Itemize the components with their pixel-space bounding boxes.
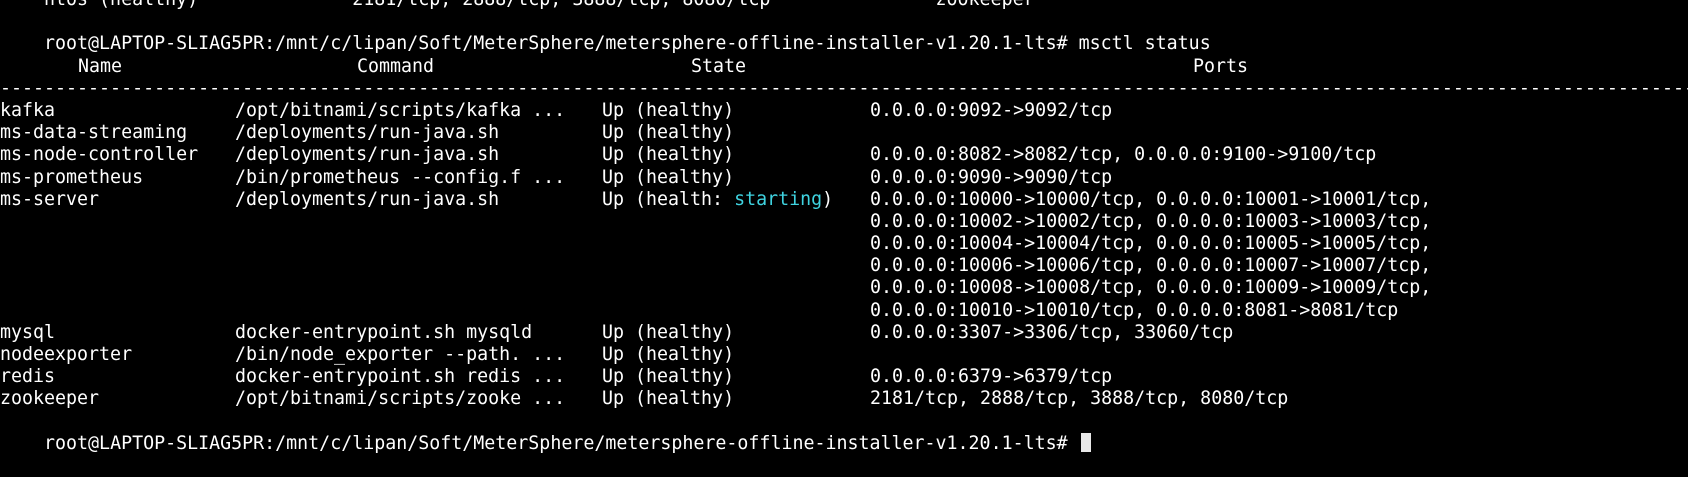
row-state: Up (healthy) <box>602 344 734 366</box>
row-ports: 0.0.0.0:10008->10008/tcp, 0.0.0.0:10009-… <box>870 277 1432 299</box>
row-ports: 0.0.0.0:9090->9090/tcp <box>870 166 1113 188</box>
separator-line: ----------------------------------------… <box>0 78 1688 100</box>
table-row: redis docker-entrypoint.sh redis ... Up (h… <box>0 366 1688 388</box>
state-text: Up (healthy) <box>602 144 735 166</box>
state-highlight: starting <box>734 188 823 210</box>
row-ports: 0.0.0.0:10006->10006/tcp, 0.0.0.0:10007-… <box>870 255 1432 277</box>
state-text: Up (healthy) <box>602 99 735 121</box>
row-ports: 2181/tcp, 2888/tcp, 3888/tcp, 8080/tcp <box>870 388 1289 410</box>
row-state: Up (healthy) <box>602 322 734 344</box>
table-row: 0.0.0.0:10006->10006/tcp, 0.0.0.0:10007-… <box>0 255 1688 277</box>
text-cursor[interactable] <box>1080 432 1091 452</box>
row-command: docker-entrypoint.sh redis ... <box>235 366 566 388</box>
previous-output-text: ntos (healthy) 2181/tcp, 2888/tcp, 3888/… <box>0 0 1035 11</box>
table-header: Name Command State Ports <box>0 56 1688 78</box>
state-text: Up (healthy) <box>602 388 735 410</box>
table-row: 0.0.0.0:10002->10002/tcp, 0.0.0.0:10003-… <box>0 211 1688 233</box>
row-ports: 0.0.0.0:10010->10010/tcp, 0.0.0.0:8081->… <box>870 299 1399 321</box>
row-name: nodeexporter <box>0 344 133 365</box>
state-text: Up (healthy) <box>602 122 735 144</box>
row-name: redis <box>0 366 56 388</box>
row-state: Up (health: starting) <box>602 189 833 211</box>
row-state: Up (healthy) <box>602 144 734 166</box>
state-text: Up (healthy) <box>602 166 735 188</box>
state-text: Up (healthy) <box>602 366 735 388</box>
row-name: mysql <box>0 321 56 343</box>
row-state: Up (healthy) <box>602 366 734 388</box>
dash-separator: ----------------------------------------… <box>0 77 1688 99</box>
row-state: Up (healthy) <box>602 122 734 144</box>
row-ports: 0.0.0.0:8082->8082/tcp, 0.0.0.0:9100->91… <box>870 144 1377 166</box>
row-ports: 0.0.0.0:10002->10002/tcp, 0.0.0.0:10003-… <box>870 210 1432 232</box>
row-ports: 0.0.0.0:6379->6379/tcp <box>870 366 1113 388</box>
prompt-line: root@LAPTOP-SLIAG5PR:/mnt/c/lipan/Soft/M… <box>0 11 1688 54</box>
row-ports: 0.0.0.0:10000->10000/tcp, 0.0.0.0:10001-… <box>870 188 1432 210</box>
table-row: kafka/opt/bitnami/scripts/kafka ... Up (h… <box>0 100 1688 122</box>
header-ports: Ports <box>1193 55 1249 77</box>
table-row: zookeeper/opt/bitnami/scripts/zooke ... U… <box>0 388 1688 410</box>
header-state: State <box>691 55 747 77</box>
previous-output-line: ntos (healthy) 2181/tcp, 2888/tcp, 3888/… <box>0 0 1688 11</box>
container-table-body: kafka/opt/bitnami/scripts/kafka ... Up (h… <box>0 100 1688 411</box>
row-command: /deployments/run-java.sh <box>235 122 500 144</box>
row-command: /bin/node_exporter --path. ... <box>235 344 566 365</box>
row-state: Up (healthy) <box>602 100 734 122</box>
table-row: 0.0.0.0:10010->10010/tcp, 0.0.0.0:8081->… <box>0 300 1688 322</box>
row-command: /bin/prometheus --config.f ... <box>235 166 566 188</box>
table-row: ms-server/deployments/run-java.sh Up (hea… <box>0 189 1688 211</box>
table-row: mysql docker-entrypoint.sh mysqld Up (heal… <box>0 322 1688 344</box>
row-state: Up (healthy) <box>602 388 734 410</box>
row-ports: 0.0.0.0:3307->3306/tcp, 33060/tcp <box>870 321 1234 343</box>
row-ports: 0.0.0.0:10004->10004/tcp, 0.0.0.0:10005-… <box>870 233 1432 255</box>
row-command: /opt/bitnami/scripts/zooke ... <box>235 388 566 410</box>
current-shell-prompt: root@LAPTOP-SLIAG5PR:/mnt/c/lipan/Soft/M… <box>44 432 1079 454</box>
state-text: Up (health: <box>602 188 735 210</box>
table-row: 0.0.0.0:10004->10004/tcp, 0.0.0.0:10005-… <box>0 233 1688 255</box>
terminal-window[interactable]: ntos (healthy) 2181/tcp, 2888/tcp, 3888/… <box>0 0 1688 454</box>
row-command: docker-entrypoint.sh mysqld <box>235 321 533 343</box>
table-row: nodeexporter/bin/node_exporter --path. .… <box>0 344 1688 366</box>
state-tail: ) <box>822 188 834 210</box>
state-text: Up (healthy) <box>602 344 735 365</box>
state-text: Up (healthy) <box>602 321 735 343</box>
row-name: kafka <box>0 99 56 121</box>
header-name: Name <box>78 55 123 77</box>
header-command: Command <box>357 55 435 77</box>
row-command: /opt/bitnami/scripts/kafka ... <box>235 99 566 121</box>
table-row: ms-prometheus/bin/prometheus --config.f … <box>0 167 1688 189</box>
row-state: Up (healthy) <box>602 167 734 189</box>
row-name: ms-prometheus <box>0 166 144 188</box>
row-name: ms-server <box>0 188 100 210</box>
row-command: /deployments/run-java.sh <box>235 188 500 210</box>
row-name: ms-data-streaming <box>0 122 188 144</box>
row-command: /deployments/run-java.sh <box>235 144 500 166</box>
row-name: ms-node-controller <box>0 144 199 166</box>
table-row: 0.0.0.0:10008->10008/tcp, 0.0.0.0:10009-… <box>0 277 1688 299</box>
row-ports: 0.0.0.0:9092->9092/tcp <box>870 99 1113 121</box>
row-name: zookeeper <box>0 388 100 410</box>
table-row: ms-data-streaming/deployments/run-java.s… <box>0 122 1688 144</box>
table-row: ms-node-controller/deployments/run-java.… <box>0 144 1688 166</box>
current-prompt-line[interactable]: root@LAPTOP-SLIAG5PR:/mnt/c/lipan/Soft/M… <box>0 411 1688 454</box>
